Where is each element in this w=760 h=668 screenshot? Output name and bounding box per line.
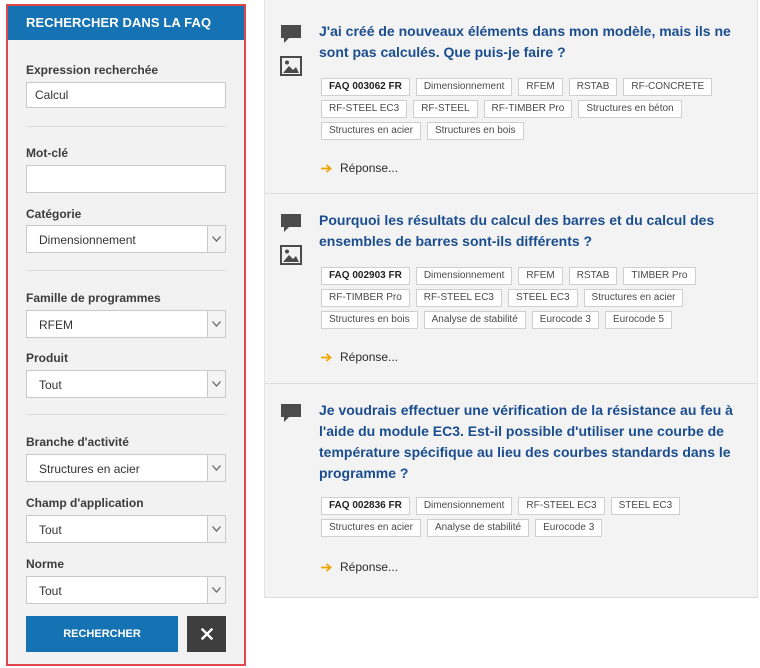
tag[interactable]: STEEL EC3: [507, 289, 578, 307]
chevron-down-icon: [207, 455, 225, 481]
divider: [26, 414, 226, 415]
field-value: Tout: [39, 523, 62, 537]
answer-link[interactable]: Réponse...: [321, 350, 398, 364]
faq-result: J'ai créé de nouveaux éléments dans mon …: [265, 0, 757, 194]
tag[interactable]: Structures en bois: [321, 311, 418, 329]
tag[interactable]: RF-STEEL EC3: [415, 289, 502, 307]
industry-select[interactable]: Structures en acier: [26, 454, 226, 482]
tag[interactable]: Structures en bois: [426, 122, 524, 140]
tag[interactable]: RFEM: [518, 267, 563, 285]
field-select[interactable]: Tout: [26, 515, 226, 543]
tag[interactable]: Dimensionnement: [415, 267, 513, 285]
tag[interactable]: Analyse de stabilité: [426, 519, 530, 537]
tag[interactable]: Eurocode 3: [531, 311, 599, 329]
tag[interactable]: RF-TIMBER Pro: [483, 100, 573, 118]
arrow-right-icon: [321, 352, 332, 362]
search-input[interactable]: [26, 82, 226, 108]
faq-title-link[interactable]: Je voudrais effectuer une vérification d…: [319, 400, 739, 484]
tag[interactable]: RF-STEEL EC3: [518, 497, 605, 515]
tag[interactable]: Structures en acier: [321, 122, 421, 140]
keyword-input[interactable]: [26, 165, 226, 193]
chevron-down-icon: [207, 226, 225, 252]
faq-id-tag: FAQ 003062 FR: [321, 78, 410, 96]
tag[interactable]: Structures en acier: [321, 519, 421, 537]
faq-result: Je voudrais effectuer une vérification d…: [265, 383, 757, 596]
tag[interactable]: RF-CONCRETE: [623, 78, 713, 96]
divider: [26, 126, 226, 127]
chevron-down-icon: [207, 577, 225, 603]
family-label: Famille de programmes: [26, 291, 161, 305]
tag[interactable]: Eurocode 5: [604, 311, 673, 329]
keyword-label: Mot-clé: [26, 146, 68, 160]
answer-label: Réponse...: [340, 161, 399, 175]
search-button[interactable]: RECHERCHER: [26, 616, 178, 652]
industry-label: Branche d'activité: [26, 435, 129, 449]
faq-results-list: J'ai créé de nouveaux éléments dans mon …: [264, 0, 758, 598]
product-value: Tout: [39, 378, 62, 392]
comment-icon: [281, 404, 301, 422]
chevron-down-icon: [207, 311, 225, 337]
faq-id-tag: FAQ 002903 FR: [321, 267, 410, 285]
norm-label: Norme: [26, 557, 65, 571]
tag[interactable]: RSTAB: [568, 78, 618, 96]
image-icon: [280, 245, 302, 265]
tag[interactable]: Dimensionnement: [415, 78, 513, 96]
chevron-down-icon: [207, 371, 225, 397]
chevron-down-icon: [207, 516, 225, 542]
answer-link[interactable]: Réponse...: [321, 560, 398, 574]
arrow-right-icon: [321, 163, 332, 173]
field-label: Champ d'application: [26, 496, 144, 510]
tag[interactable]: Analyse de stabilité: [423, 311, 526, 329]
family-value: RFEM: [39, 318, 73, 332]
faq-id-tag: FAQ 002836 FR: [321, 497, 410, 515]
norm-value: Tout: [39, 584, 62, 598]
clear-button[interactable]: [187, 616, 226, 652]
panel-title: RECHERCHER DANS LA FAQ: [8, 6, 244, 40]
tag[interactable]: RF-STEEL EC3: [321, 100, 408, 118]
product-select[interactable]: Tout: [26, 370, 226, 398]
close-icon: [200, 628, 213, 640]
product-label: Produit: [26, 351, 68, 365]
answer-link[interactable]: Réponse...: [321, 161, 398, 175]
tag[interactable]: RF-STEEL: [413, 100, 478, 118]
tag-list: FAQ 003062 FR Dimensionnement RFEM RSTAB…: [321, 78, 741, 144]
answer-label: Réponse...: [340, 560, 399, 574]
tag[interactable]: STEEL EC3: [610, 497, 681, 515]
tag[interactable]: Structures en acier: [583, 289, 684, 307]
category-label: Catégorie: [26, 207, 82, 221]
tag[interactable]: Eurocode 3: [535, 519, 603, 537]
divider: [26, 270, 226, 271]
industry-value: Structures en acier: [39, 462, 140, 476]
family-select[interactable]: RFEM: [26, 310, 226, 338]
tag-list: FAQ 002903 FR Dimensionnement RFEM RSTAB…: [321, 267, 741, 333]
comment-icon: [281, 214, 301, 232]
tag[interactable]: Dimensionnement: [415, 497, 513, 515]
faq-title-link[interactable]: J'ai créé de nouveaux éléments dans mon …: [319, 21, 739, 63]
tag[interactable]: RSTAB: [568, 267, 618, 285]
image-icon: [280, 56, 302, 76]
category-value: Dimensionnement: [39, 233, 136, 247]
arrow-right-icon: [321, 562, 332, 572]
tag-list: FAQ 002836 FR Dimensionnement RF-STEEL E…: [321, 497, 741, 541]
faq-search-panel: RECHERCHER DANS LA FAQ Expression recher…: [6, 4, 246, 666]
faq-result: Pourquoi les résultats du calcul des bar…: [265, 193, 757, 384]
tag[interactable]: Structures en béton: [578, 100, 682, 118]
comment-icon: [281, 25, 301, 43]
norm-select[interactable]: Tout: [26, 576, 226, 604]
tag[interactable]: RFEM: [518, 78, 563, 96]
search-label: Expression recherchée: [26, 63, 159, 77]
faq-title-link[interactable]: Pourquoi les résultats du calcul des bar…: [319, 210, 739, 252]
tag[interactable]: TIMBER Pro: [623, 267, 696, 285]
category-select[interactable]: Dimensionnement: [26, 225, 226, 253]
tag[interactable]: RF-TIMBER Pro: [321, 289, 410, 307]
answer-label: Réponse...: [340, 350, 399, 364]
